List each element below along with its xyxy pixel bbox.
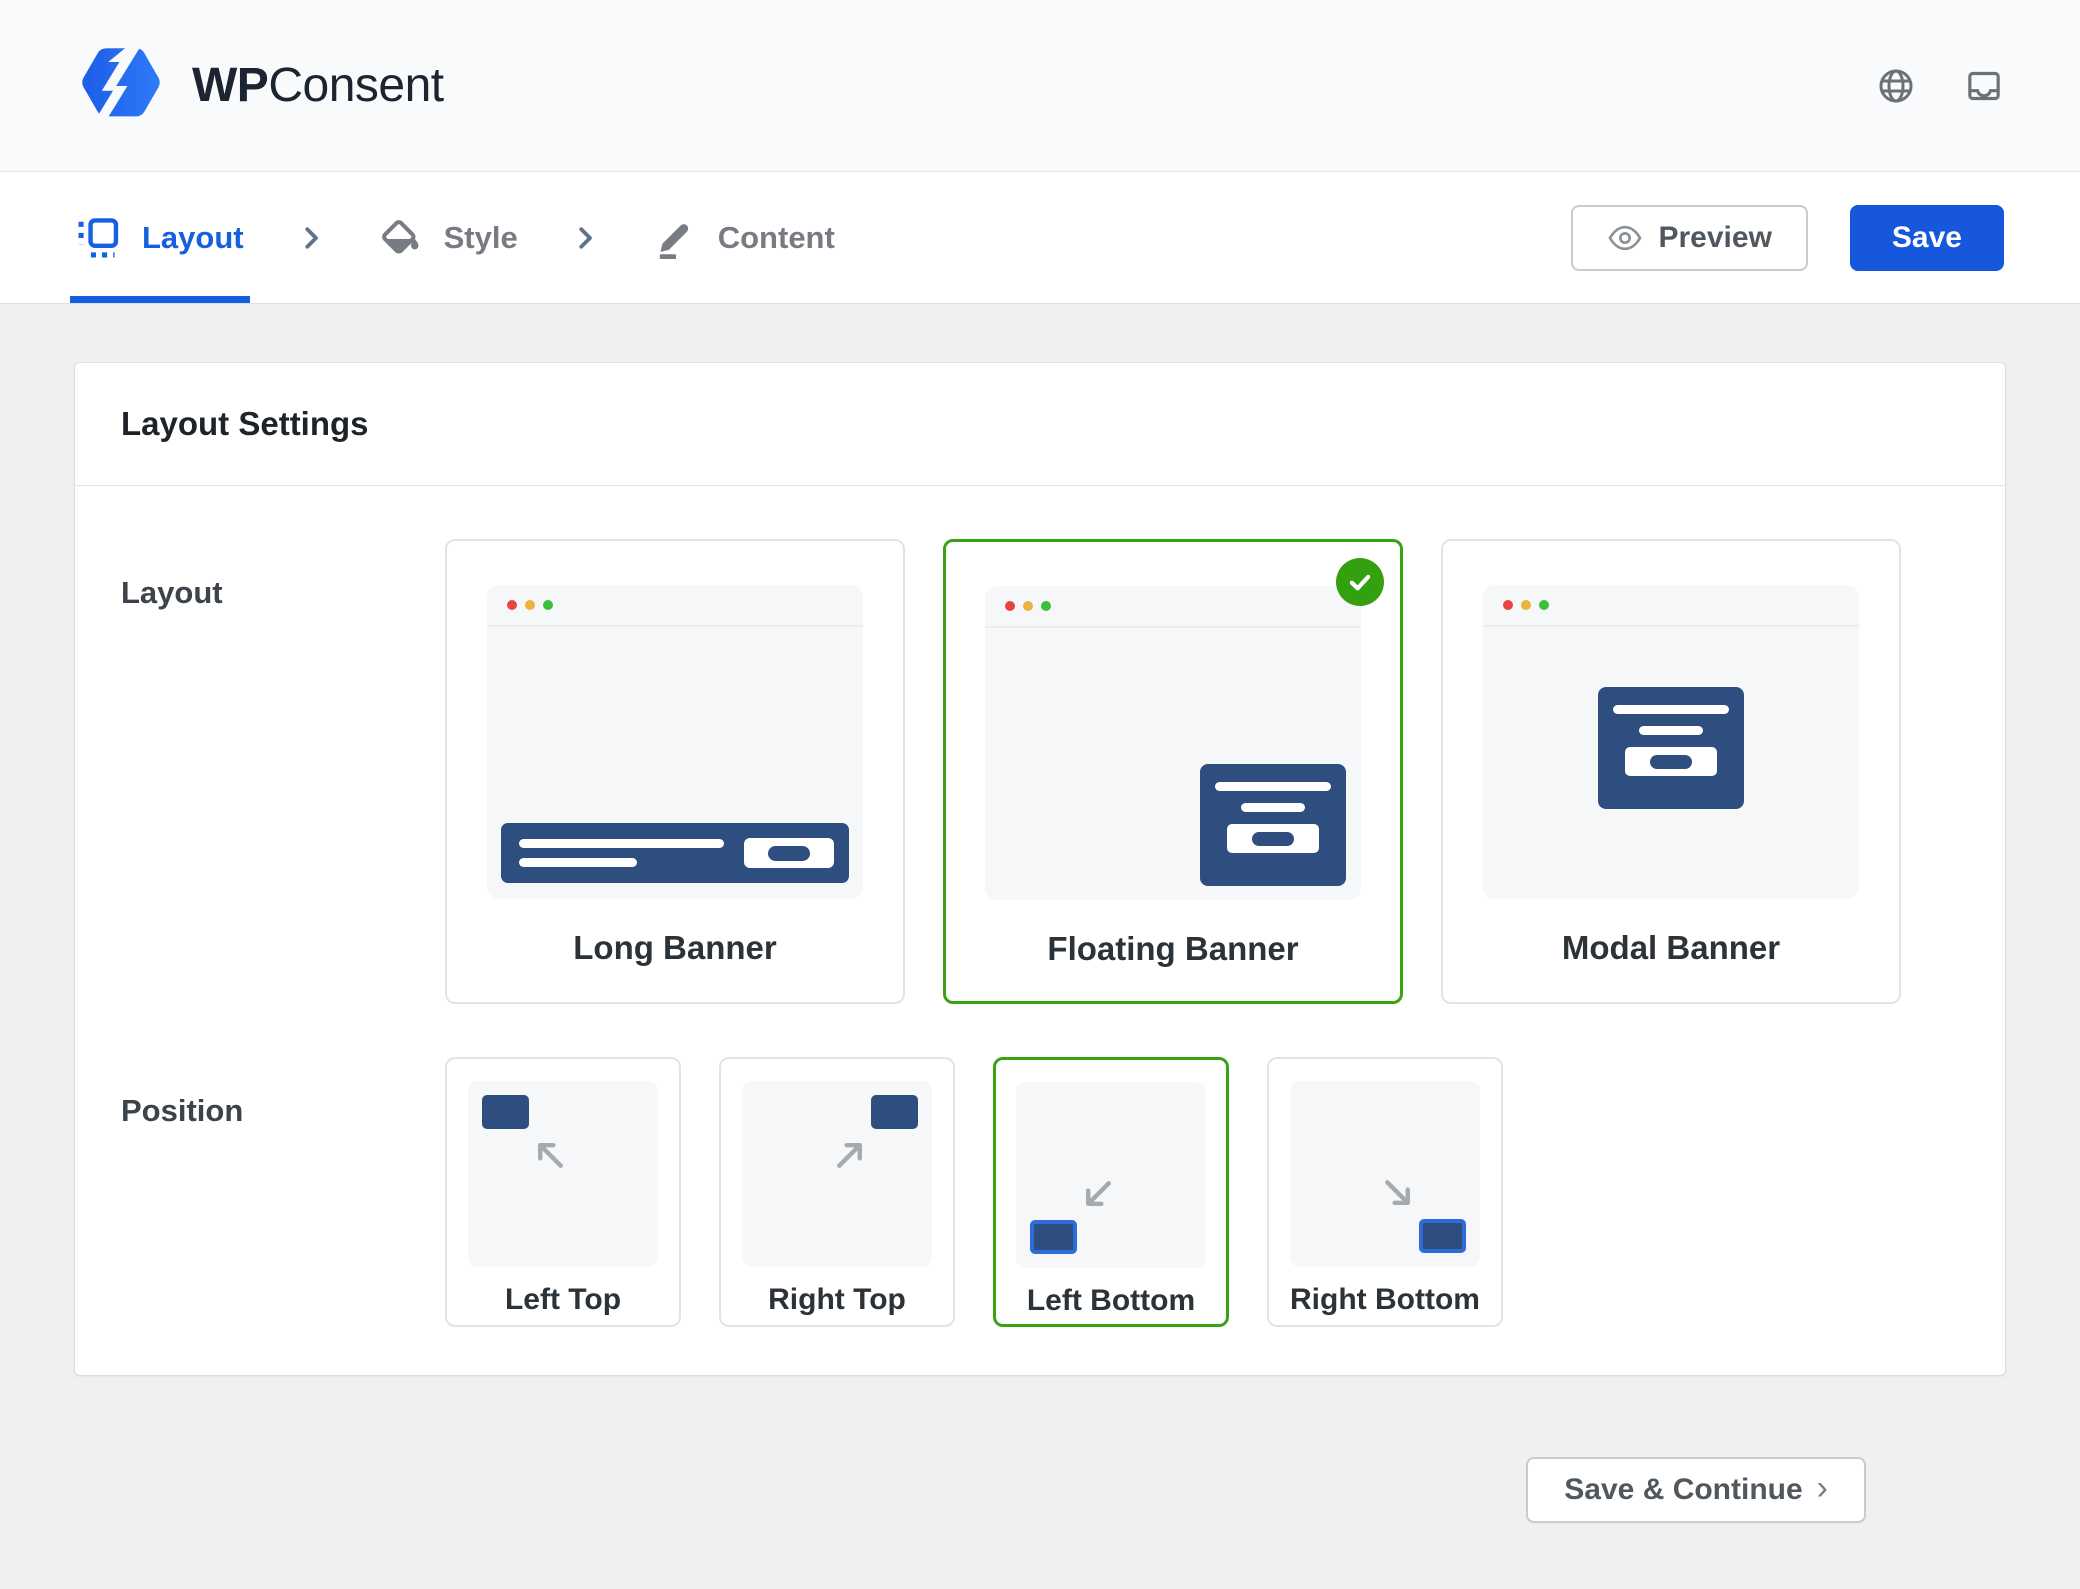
- layout-option-modal-banner[interactable]: Modal Banner: [1441, 539, 1901, 1004]
- browser-mockup: [487, 585, 863, 899]
- selected-check-icon: [1336, 558, 1384, 606]
- traffic-dot-yellow: [1023, 601, 1033, 611]
- wpconsent-logo-icon: [76, 46, 166, 126]
- tab-label: Layout: [142, 220, 244, 256]
- traffic-dot-yellow: [525, 600, 535, 610]
- app-header: WPConsent: [0, 0, 2080, 172]
- paint-bucket-icon: [378, 216, 422, 260]
- arrow-down-right-icon: [1380, 1175, 1418, 1213]
- traffic-dot-green: [1539, 600, 1549, 610]
- layout-row: Layout Lo: [75, 486, 2005, 1004]
- long-banner-preview: [501, 823, 849, 883]
- pencil-icon: [652, 216, 696, 260]
- banner-rect: [1419, 1219, 1466, 1253]
- tab-label: Content: [718, 220, 835, 256]
- save-and-continue-button[interactable]: Save & Continue ›: [1526, 1457, 1866, 1523]
- browser-toolbar: [985, 586, 1361, 628]
- tab-label: Style: [444, 220, 518, 256]
- arrow-up-left-icon: [530, 1135, 568, 1173]
- position-preview: [1016, 1082, 1206, 1268]
- position-preview: [1290, 1081, 1480, 1267]
- position-preview: [468, 1081, 658, 1267]
- position-row: Position Left Top: [75, 1004, 2005, 1375]
- panel-title: Layout Settings: [75, 363, 2005, 486]
- tab-style[interactable]: Style: [378, 172, 518, 303]
- modal-banner-preview: [1598, 687, 1744, 809]
- traffic-dot-red: [1005, 601, 1015, 611]
- banner-rect: [482, 1095, 529, 1129]
- position-row-label: Position: [121, 1057, 445, 1327]
- traffic-dot-red: [507, 600, 517, 610]
- preview-button[interactable]: Preview: [1571, 205, 1808, 271]
- position-option-right-top[interactable]: Right Top: [719, 1057, 955, 1327]
- layout-settings-panel: Layout Settings Layout: [74, 362, 2006, 1376]
- floating-banner-preview: [1200, 764, 1346, 886]
- inbox-tray-icon[interactable]: [1964, 66, 2004, 106]
- layout-icon: [76, 216, 120, 260]
- layout-option-label: Floating Banner: [946, 930, 1400, 968]
- browser-toolbar: [1483, 585, 1859, 627]
- traffic-dot-green: [543, 600, 553, 610]
- traffic-dot-green: [1041, 601, 1051, 611]
- browser-toolbar: [487, 585, 863, 627]
- position-option-left-top[interactable]: Left Top: [445, 1057, 681, 1327]
- wizard-tab-bar: Layout Style Content: [0, 172, 2080, 304]
- tab-layout[interactable]: Layout: [76, 172, 244, 303]
- browser-mockup: [1483, 585, 1859, 899]
- brand-name-bold: WP: [192, 59, 268, 112]
- globe-icon[interactable]: [1876, 66, 1916, 106]
- save-and-continue-label: Save & Continue: [1564, 1473, 1802, 1507]
- position-option-left-bottom[interactable]: Left Bottom: [993, 1057, 1229, 1327]
- position-preview: [742, 1081, 932, 1267]
- brand-name: WPConsent: [192, 58, 444, 113]
- position-option-right-bottom[interactable]: Right Bottom: [1267, 1057, 1503, 1327]
- banner-rect: [1030, 1220, 1077, 1254]
- layout-option-long-banner[interactable]: Long Banner: [445, 539, 905, 1004]
- save-label: Save: [1892, 221, 1962, 255]
- brand: WPConsent: [76, 46, 444, 126]
- main-content: Layout Settings Layout: [0, 304, 2080, 1523]
- layout-option-floating-banner[interactable]: Floating Banner: [943, 539, 1403, 1004]
- layout-option-label: Long Banner: [447, 929, 903, 967]
- layout-row-label: Layout: [121, 539, 445, 1004]
- position-option-label: Left Bottom: [996, 1284, 1226, 1318]
- arrow-down-left-icon: [1078, 1176, 1116, 1214]
- position-option-label: Right Bottom: [1269, 1283, 1501, 1317]
- preview-label: Preview: [1659, 221, 1772, 255]
- browser-mockup: [985, 586, 1361, 900]
- banner-rect: [871, 1095, 918, 1129]
- layout-option-label: Modal Banner: [1443, 929, 1899, 967]
- chevron-right-icon: [296, 223, 326, 253]
- chevron-right-icon: ›: [1817, 1471, 1828, 1509]
- position-option-label: Left Top: [447, 1283, 679, 1317]
- brand-name-regular: Consent: [268, 59, 443, 112]
- chevron-right-icon: [570, 223, 600, 253]
- save-button[interactable]: Save: [1850, 205, 2004, 271]
- traffic-dot-red: [1503, 600, 1513, 610]
- arrow-up-right-icon: [832, 1135, 870, 1173]
- tab-content[interactable]: Content: [652, 172, 835, 303]
- eye-icon: [1607, 220, 1643, 256]
- position-option-label: Right Top: [721, 1283, 953, 1317]
- traffic-dot-yellow: [1521, 600, 1531, 610]
